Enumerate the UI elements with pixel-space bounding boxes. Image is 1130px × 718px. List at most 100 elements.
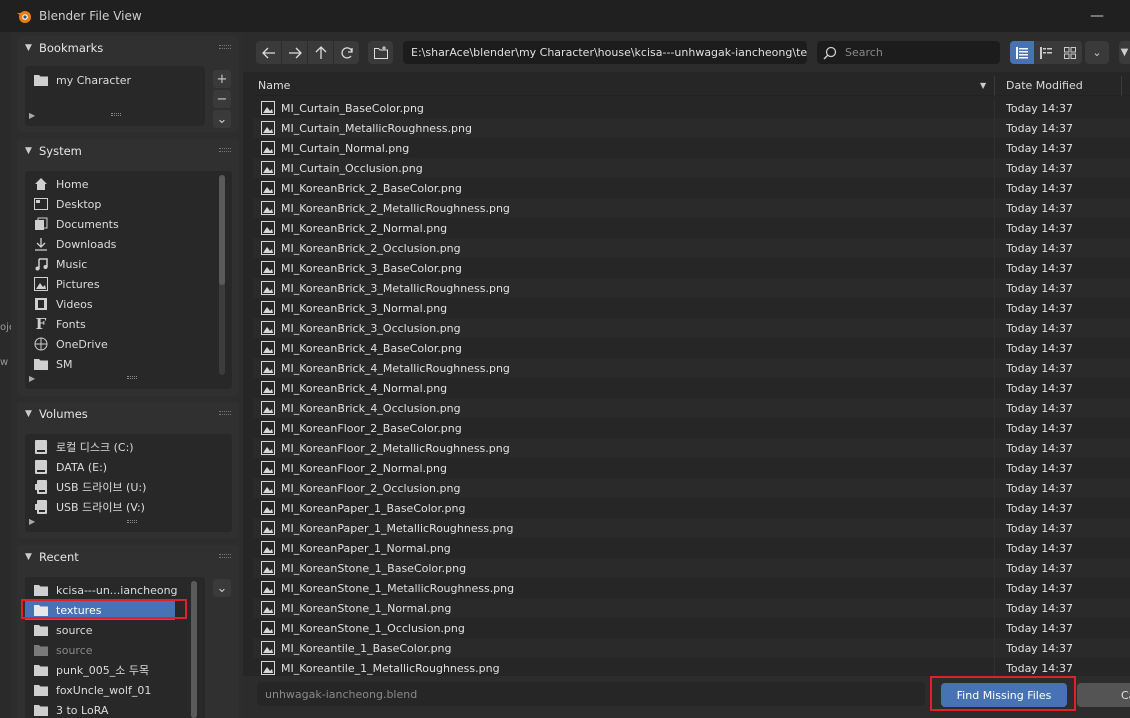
display-settings-button[interactable]: ⌄ [1085, 41, 1109, 64]
system-item-fonts[interactable]: F Fonts [25, 314, 215, 334]
bookmark-menu-button[interactable]: ⌄ [213, 110, 231, 128]
volume-item-u[interactable]: USB 드라이브 (U:) [25, 477, 215, 497]
file-row[interactable]: MI_KoreanPaper_1_BaseColor.png Today 14:3… [253, 498, 1130, 518]
file-row[interactable]: MI_KoreanStone_1_BaseColor.png Today 14:3… [253, 558, 1130, 578]
filter-button[interactable]: ▼ [1119, 41, 1130, 64]
vertical-list-view-button[interactable] [1010, 41, 1034, 64]
system-item-music[interactable]: Music [25, 254, 215, 274]
scrollbar-thumb[interactable] [191, 581, 197, 718]
horizontal-list-view-button[interactable] [1034, 41, 1058, 64]
file-row[interactable]: MI_Curtain_Normal.png Today 14:37 [253, 138, 1130, 158]
expand-arrow-icon[interactable]: ▶ [29, 517, 35, 526]
drag-grip-icon[interactable] [219, 45, 231, 49]
drag-grip-icon[interactable] [219, 554, 231, 558]
system-item-sm[interactable]: SM [25, 354, 215, 374]
resize-grip-icon[interactable] [127, 520, 137, 523]
recent-item[interactable]: kcisa---un...iancheong [25, 580, 185, 600]
find-missing-files-button[interactable]: Find Missing Files [941, 683, 1067, 707]
file-row[interactable]: MI_KoreanBrick_2_BaseColor.png Today 14:3… [253, 178, 1130, 198]
drag-grip-icon[interactable] [219, 148, 231, 152]
volume-item-e[interactable]: DATA (E:) [25, 457, 215, 477]
recent-item[interactable]: source [25, 620, 185, 640]
cancel-button[interactable]: Cancel [1077, 683, 1130, 707]
system-item-onedrive[interactable]: OneDrive [25, 334, 215, 354]
file-row[interactable]: MI_KoreanBrick_3_Occlusion.png Today 14:3… [253, 318, 1130, 338]
recent-item[interactable]: source [25, 640, 185, 660]
file-row[interactable]: MI_KoreanStone_1_Occlusion.png Today 14:3… [253, 618, 1130, 638]
system-item-videos[interactable]: Videos [25, 294, 215, 314]
system-item-desktop[interactable]: Desktop [25, 194, 215, 214]
file-date: Today 14:37 [1006, 501, 1074, 515]
system-header[interactable]: ▼ System [17, 139, 239, 163]
resize-grip-icon[interactable] [111, 113, 121, 116]
file-row[interactable]: MI_KoreanFloor_2_Occlusion.png Today 14:3… [253, 478, 1130, 498]
recent-item[interactable]: foxUncle_wolf_01 [25, 680, 185, 700]
file-row[interactable]: MI_KoreanPaper_1_MetallicRoughness.png To… [253, 518, 1130, 538]
file-row[interactable]: MI_KoreanBrick_4_Occlusion.png Today 14:3… [253, 398, 1130, 418]
file-name: MI_KoreanBrick_3_MetallicRoughness.png [281, 281, 510, 295]
recent-scrollbar[interactable] [191, 581, 197, 718]
file-row[interactable]: MI_KoreanFloor_2_BaseColor.png Today 14:3… [253, 418, 1130, 438]
remove-bookmark-button[interactable]: − [213, 90, 231, 108]
bookmarks-panel: ▼ Bookmarks my Character ▶ + − ⌄ [17, 36, 239, 132]
file-row[interactable]: MI_KoreanBrick_3_Normal.png Today 14:37 [253, 298, 1130, 318]
volume-item-v[interactable]: USB 드라이브 (V:) [25, 497, 215, 517]
expand-arrow-icon[interactable]: ▶ [29, 374, 35, 383]
file-row[interactable]: MI_Koreantile_1_MetallicRoughness.png Tod… [253, 658, 1130, 676]
date-column-header[interactable]: Date Modified [1006, 79, 1083, 92]
name-column-header[interactable]: Name [258, 79, 290, 92]
bookmarks-header[interactable]: ▼ Bookmarks [17, 36, 239, 60]
parent-directory-button[interactable] [308, 41, 333, 64]
file-date: Today 14:37 [1006, 241, 1074, 255]
file-row[interactable]: MI_Curtain_MetallicRoughness.png Today 14… [253, 118, 1130, 138]
file-row[interactable]: MI_KoreanBrick_2_Normal.png Today 14:37 [253, 218, 1130, 238]
file-row[interactable]: MI_KoreanBrick_3_MetallicRoughness.png To… [253, 278, 1130, 298]
file-row[interactable]: MI_KoreanFloor_2_Normal.png Today 14:37 [253, 458, 1130, 478]
image-file-icon [261, 461, 275, 475]
add-bookmark-button[interactable]: + [213, 70, 231, 88]
bookmark-item-my-character[interactable]: my Character [25, 70, 205, 90]
scrollbar-thumb[interactable] [219, 175, 225, 285]
sort-arrow-icon[interactable]: ▼ [980, 81, 986, 90]
file-row[interactable]: MI_KoreanBrick_3_BaseColor.png Today 14:3… [253, 258, 1130, 278]
file-row[interactable]: MI_KoreanStone_1_MetallicRoughness.png To… [253, 578, 1130, 598]
recent-menu-button[interactable]: ⌄ [213, 579, 231, 597]
thumbnail-view-button[interactable] [1058, 41, 1082, 64]
system-item-downloads[interactable]: Downloads [25, 234, 215, 254]
back-button[interactable] [256, 41, 281, 64]
recent-item[interactable]: 3 to LoRA [25, 700, 185, 718]
file-row[interactable]: MI_KoreanBrick_2_MetallicRoughness.png To… [253, 198, 1130, 218]
volume-item-c[interactable]: 로컬 디스크 (C:) [25, 437, 215, 457]
resize-grip-icon[interactable] [127, 376, 137, 379]
volumes-header[interactable]: ▼ Volumes [17, 402, 239, 426]
recent-header[interactable]: ▼ Recent [17, 545, 239, 569]
column-divider[interactable] [994, 76, 995, 96]
expand-arrow-icon[interactable]: ▶ [29, 111, 35, 120]
system-item-pictures[interactable]: Pictures [25, 274, 215, 294]
search-input[interactable]: Search [817, 41, 1000, 64]
file-row[interactable]: MI_KoreanFloor_2_MetallicRoughness.png To… [253, 438, 1130, 458]
file-row[interactable]: MI_KoreanBrick_2_Occlusion.png Today 14:3… [253, 238, 1130, 258]
file-row[interactable]: MI_KoreanBrick_4_Normal.png Today 14:37 [253, 378, 1130, 398]
new-folder-button[interactable] [368, 41, 393, 64]
file-row[interactable]: MI_Koreantile_1_BaseColor.png Today 14:37 [253, 638, 1130, 658]
file-row[interactable]: MI_KoreanStone_1_Normal.png Today 14:37 [253, 598, 1130, 618]
recent-item-textures[interactable]: textures [25, 600, 175, 620]
file-row[interactable]: MI_KoreanPaper_1_Normal.png Today 14:37 [253, 538, 1130, 558]
file-row[interactable]: MI_Curtain_Occlusion.png Today 14:37 [253, 158, 1130, 178]
recent-item[interactable]: punk_005_소 두목 [25, 660, 185, 680]
drag-grip-icon[interactable] [219, 411, 231, 415]
filename-input[interactable]: unhwagak-iancheong.blend [257, 682, 925, 706]
system-item-home[interactable]: Home [25, 174, 215, 194]
minimize-button[interactable]: — [1090, 8, 1104, 24]
file-row[interactable]: MI_KoreanBrick_4_BaseColor.png Today 14:3… [253, 338, 1130, 358]
refresh-button[interactable] [334, 41, 359, 64]
file-row[interactable]: MI_KoreanBrick_4_MetallicRoughness.png To… [253, 358, 1130, 378]
column-divider[interactable] [1121, 76, 1122, 96]
forward-button[interactable] [282, 41, 307, 64]
system-item-documents[interactable]: Documents [25, 214, 215, 234]
system-scrollbar[interactable] [219, 175, 225, 375]
file-row[interactable]: MI_Curtain_BaseColor.png Today 14:37 [253, 98, 1130, 118]
directory-path-input[interactable]: E:\sharAce\blender\my Character\house\kc… [403, 41, 807, 64]
file-name: MI_KoreanPaper_1_MetallicRoughness.png [281, 521, 514, 535]
